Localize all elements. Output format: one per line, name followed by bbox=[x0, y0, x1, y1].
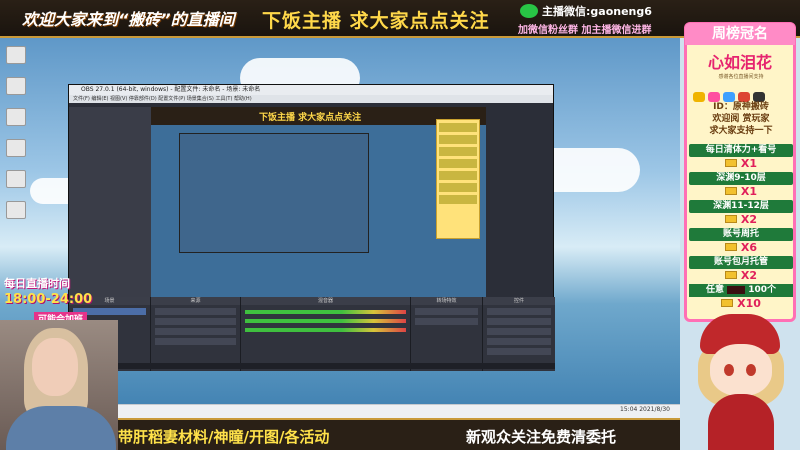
audio-meter[interactable] bbox=[245, 328, 406, 332]
webcam-feed bbox=[0, 320, 118, 450]
audio-meter[interactable] bbox=[245, 319, 406, 323]
ranking-panel: 周榜冠名 心如泪花 感谢各位直播间支持 ID：原神搬砖 欢迎阅 赏玩家 求大家支… bbox=[684, 22, 796, 322]
desktop-icons bbox=[4, 46, 30, 232]
ranking-header: 周榜冠名 bbox=[685, 23, 795, 45]
dock-header: 来源 bbox=[151, 297, 240, 305]
gold-bar-icon bbox=[724, 187, 737, 195]
obs-preview[interactable]: 下饭主播 求大家点点关注 bbox=[151, 107, 486, 297]
obs-left-area bbox=[69, 107, 151, 297]
desktop-file-icon[interactable] bbox=[6, 108, 26, 126]
transition-select[interactable] bbox=[415, 308, 478, 315]
dock-header: 混音器 bbox=[241, 297, 410, 305]
slogan-text: 下饭主播 求大家点点关注 bbox=[262, 10, 490, 32]
gold-bar-icon bbox=[724, 159, 737, 167]
studio-mode-button[interactable] bbox=[487, 338, 551, 345]
contact-line: 求大家支持一下 bbox=[709, 126, 773, 136]
bottom-banner: 带肝稻妻材料/神瞳/开图/各活动 新观众关注免费清委托 bbox=[118, 418, 680, 450]
tier-reward: X1 bbox=[689, 185, 793, 198]
dock-header: 控件 bbox=[483, 297, 555, 305]
tier-requirement-last: 任意 100个 bbox=[689, 284, 793, 297]
virtual-camera-button[interactable] bbox=[487, 328, 551, 335]
streamer-face bbox=[32, 338, 78, 396]
contact-info: ID：原神搬砖 欢迎阅 赏玩家 求大家支持一下 bbox=[691, 101, 791, 137]
mascot-character bbox=[680, 308, 800, 450]
source-item[interactable] bbox=[155, 328, 236, 335]
desktop-file-icon[interactable] bbox=[6, 170, 26, 188]
mascot-face bbox=[710, 344, 772, 396]
schedule-time: 18:00-24:00 bbox=[4, 292, 93, 307]
contact-line: 欢迎阅 赏玩家 bbox=[712, 114, 770, 124]
streamer-hoodie bbox=[6, 406, 116, 450]
tier-reward: X2 bbox=[689, 213, 793, 226]
tier-reward: X1 bbox=[689, 157, 793, 170]
obs-docks: 场景 来源 混音器 转场特效 控件 bbox=[69, 297, 555, 371]
bottom-left-text: 带肝稻妻材料/神瞳/开图/各活动 bbox=[118, 428, 330, 446]
contact-line: ID：原神搬砖 bbox=[713, 102, 769, 112]
bottom-right-text: 新观众关注免费清委托 bbox=[466, 428, 617, 446]
tier-requirement: 账号包月托管 bbox=[689, 256, 793, 269]
desktop-file-icon[interactable] bbox=[6, 201, 26, 219]
obs-window[interactable]: OBS 27.0.1 (64-bit, windows) - 配置文件: 未命名… bbox=[68, 84, 555, 371]
gold-bar-icon bbox=[721, 299, 734, 307]
champion-name: 心如泪花 bbox=[707, 53, 772, 72]
desktop-file-icon[interactable] bbox=[6, 77, 26, 95]
tier-reward: X6 bbox=[689, 241, 793, 254]
dock-mixer[interactable]: 混音器 bbox=[241, 297, 411, 371]
nested-rank-panel bbox=[436, 119, 480, 239]
tier-requirement: 每日清体力+看号 bbox=[689, 144, 793, 157]
wechat-sub: 加微信粉丝群 加主播微信进群 bbox=[518, 25, 652, 36]
top-banner: 欢迎大家来到“搬砖”的直播间 下饭主播 求大家点点关注 主播微信:gaoneng… bbox=[0, 0, 800, 38]
social-icons bbox=[693, 87, 789, 102]
desktop-file-icon[interactable] bbox=[6, 139, 26, 157]
redacted-gift-icon bbox=[727, 285, 746, 294]
obs-title-bar[interactable]: OBS 27.0.1 (64-bit, windows) - 配置文件: 未命名… bbox=[69, 85, 553, 95]
schedule-overlay: 每日直播时间 18:00-24:00 可能会加班 bbox=[4, 275, 124, 326]
wechat-icon bbox=[520, 4, 538, 18]
tier-requirement: 深渊9-10层 bbox=[689, 172, 793, 185]
ranking-subtext: 感谢各位直播间支持 bbox=[718, 74, 764, 80]
source-item[interactable] bbox=[155, 308, 236, 315]
source-item[interactable] bbox=[155, 338, 236, 345]
source-item[interactable] bbox=[155, 318, 236, 325]
start-recording-button[interactable] bbox=[487, 318, 551, 325]
tray-clock[interactable]: 15:04 2021/8/30 bbox=[620, 406, 670, 413]
gold-bar-icon bbox=[724, 271, 737, 279]
desktop-file-icon[interactable] bbox=[6, 46, 26, 64]
start-streaming-button[interactable] bbox=[487, 308, 551, 315]
mascot-eye bbox=[724, 364, 734, 376]
dock-sources[interactable]: 来源 bbox=[151, 297, 241, 371]
audio-meter[interactable] bbox=[245, 310, 406, 314]
dock-header: 转场特效 bbox=[411, 297, 482, 305]
dock-transitions[interactable]: 转场特效 bbox=[411, 297, 483, 371]
schedule-title: 每日直播时间 bbox=[4, 277, 70, 290]
wechat-label: 主播微信:gaoneng6 bbox=[542, 5, 652, 18]
tier-requirement: 深渊11-12层 bbox=[689, 200, 793, 213]
settings-button[interactable] bbox=[487, 348, 551, 355]
obs-status-bar bbox=[69, 363, 555, 369]
mascot-body bbox=[708, 394, 774, 450]
nested-preview bbox=[179, 133, 369, 253]
gold-bar-icon bbox=[724, 243, 737, 251]
tier-requirement: 账号周托 bbox=[689, 228, 793, 241]
welcome-text: 欢迎大家来到“搬砖”的直播间 bbox=[22, 10, 235, 29]
duration-field[interactable] bbox=[415, 318, 478, 325]
gold-bar-icon bbox=[724, 215, 737, 223]
mascot-eye bbox=[746, 364, 756, 376]
dock-controls[interactable]: 控件 bbox=[483, 297, 555, 371]
tier-reward: X2 bbox=[689, 269, 793, 282]
obs-menu-bar[interactable]: 文件(F) 编辑(E) 视图(V) 停靠部件(D) 配置文件(P) 场景集合(S… bbox=[69, 95, 553, 103]
support-tiers: 每日清体力+看号 X1 深渊9-10层 X1 深渊11-12层 X2 账号周托 … bbox=[689, 141, 793, 310]
